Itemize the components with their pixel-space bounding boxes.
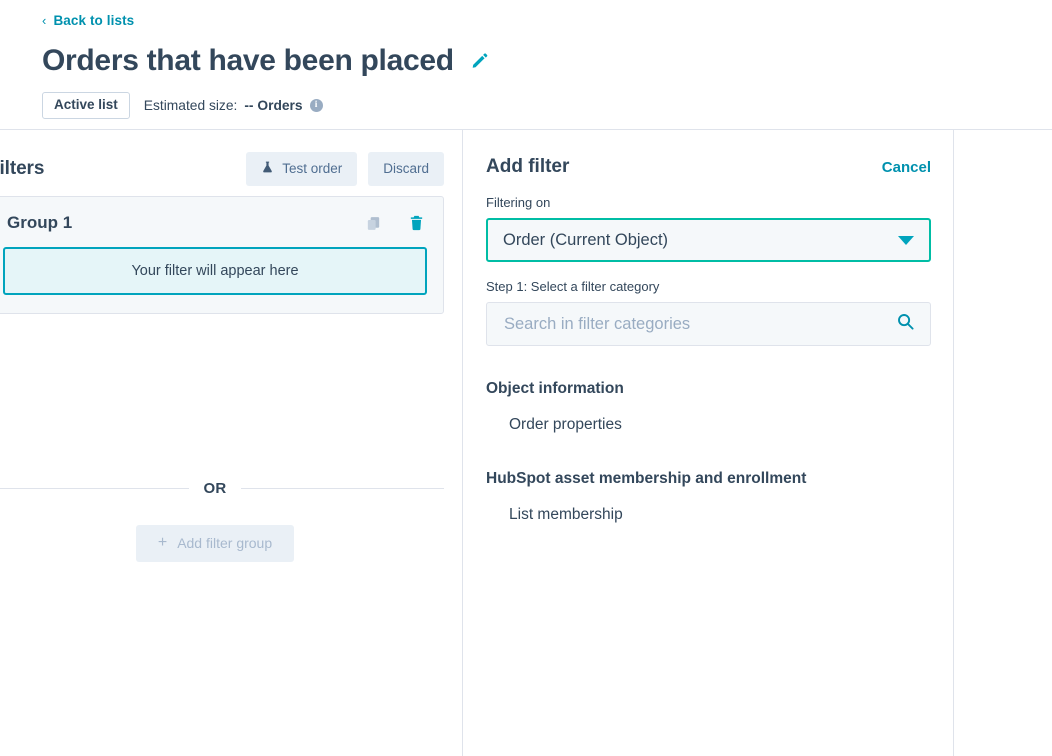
or-divider: OR — [0, 480, 445, 497]
trash-icon[interactable] — [408, 214, 425, 232]
page-header: ‹ Back to lists Orders that have been pl… — [0, 0, 1052, 130]
flask-icon — [261, 160, 274, 178]
right-empty-area — [955, 130, 1052, 756]
search-icon[interactable] — [896, 312, 915, 336]
back-to-lists-link[interactable]: ‹ Back to lists — [42, 13, 134, 28]
discard-button[interactable]: Discard — [368, 152, 444, 187]
filter-group-header: Group 1 — [3, 213, 427, 233]
filters-title: Filters — [0, 158, 45, 180]
step1-label: Step 1: Select a filter category — [486, 279, 660, 294]
filter-category-search[interactable] — [486, 302, 931, 346]
estimated-size-value: -- Orders — [244, 98, 303, 114]
category-section-hubspot-asset-membership: HubSpot asset membership and enrollment … — [486, 470, 931, 524]
filtering-on-select[interactable]: Order (Current Object) — [486, 218, 931, 262]
page-title: Orders that have been placed — [42, 44, 454, 77]
add-filter-panel: Add filter Cancel Filtering on Order (Cu… — [464, 130, 954, 756]
pencil-icon[interactable] — [470, 51, 489, 75]
filters-actions: Test order Discard — [246, 152, 444, 187]
filter-placeholder[interactable]: Your filter will appear here — [3, 247, 427, 295]
filters-header: Filters Test order Discard — [0, 152, 444, 187]
category-heading: Object information — [486, 380, 624, 397]
info-icon[interactable]: i — [309, 99, 323, 113]
list-meta-row: Active list Estimated size: -- Orders i — [42, 92, 323, 120]
test-order-button[interactable]: Test order — [246, 152, 358, 187]
divider-line-left — [0, 488, 190, 489]
filtering-on-value: Order (Current Object) — [503, 230, 669, 249]
filter-group-name: Group 1 — [7, 213, 73, 232]
divider-line-right — [240, 488, 445, 489]
back-to-lists-label: Back to lists — [53, 13, 135, 28]
title-row: Orders that have been placed — [42, 44, 489, 77]
plus-icon: + — [157, 534, 168, 552]
cancel-link[interactable]: Cancel — [882, 159, 931, 176]
or-label: OR — [203, 480, 227, 497]
estimated-size: Estimated size: -- Orders i — [144, 98, 323, 113]
add-filter-group-wrap: + Add filter group — [0, 525, 444, 562]
category-section-object-information: Object information Order properties — [486, 380, 931, 434]
test-order-label: Test order — [282, 161, 343, 176]
add-filter-group-label: Add filter group — [177, 535, 273, 551]
category-heading: HubSpot asset membership and enrollment — [486, 470, 807, 487]
add-filter-title: Add filter — [486, 156, 570, 177]
filter-group-card: Group 1 Your filter will appear here — [0, 196, 444, 314]
filter-group-actions — [365, 214, 425, 232]
estimated-size-label: Estimated size: — [143, 98, 238, 114]
copy-icon[interactable] — [365, 215, 382, 232]
add-filter-group-button[interactable]: + Add filter group — [135, 525, 295, 562]
filtering-on-label: Filtering on — [486, 195, 551, 210]
filters-panel: Filters Test order Discard Group 1 — [0, 130, 463, 756]
body-area: Filters Test order Discard Group 1 — [0, 130, 1052, 756]
search-input[interactable] — [502, 313, 896, 335]
category-item-order-properties[interactable]: Order properties — [509, 416, 931, 434]
category-item-list-membership[interactable]: List membership — [509, 506, 931, 524]
chevron-left-icon: ‹ — [42, 12, 47, 28]
add-filter-header: Add filter Cancel — [486, 130, 931, 178]
status-badge[interactable]: Active list — [42, 92, 130, 120]
chevron-down-icon — [898, 235, 914, 245]
